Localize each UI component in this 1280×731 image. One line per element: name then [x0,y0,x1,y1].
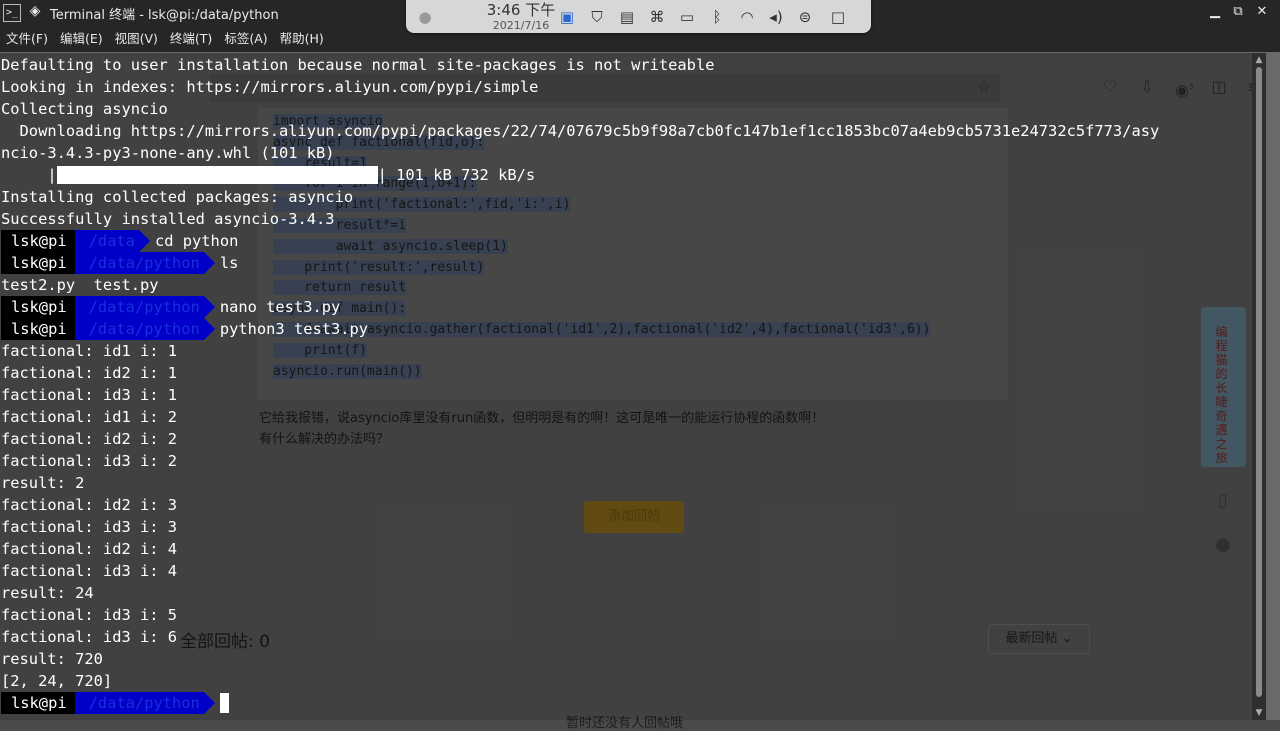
download-progress-line: | | 101 kB 732 kB/s [1,164,1159,186]
output-line: [2, 24, 720] [1,672,113,690]
bluetooth-icon[interactable]: ᛒ [708,8,726,26]
drive-icon[interactable]: ▭ [678,8,696,26]
toggle-icon[interactable]: ⊜ [796,8,814,26]
output-line: factional: id2 i: 4 [1,540,178,558]
output-line: factional: id2 i: 3 [1,496,178,514]
pin-icon[interactable]: ◈ [27,3,43,19]
prompt-line: lsk@pi/data/python [1,692,1159,714]
close-icon[interactable]: ✕ [1253,3,1271,21]
menu-file[interactable]: 文件(F) [0,25,54,52]
prompt-line: lsk@pi/data cd python [1,230,1159,252]
terminal-window: >_ ◈ Terminal 终端 - lsk@pi:/data/python ▁… [0,0,1280,720]
prompt-line: lsk@pi/data/python nano test3.py [1,296,1159,318]
maximize-icon[interactable]: ⧉ [1229,3,1247,21]
menu-edit[interactable]: 编辑(E) [54,25,109,52]
terminal-line: ncio-3.4.3-py3-none-any.whl (101 kB) [1,144,335,162]
prompt-user: lsk@pi [1,296,75,318]
volume-icon[interactable]: ◂) [767,8,785,26]
prompt-command: nano test3.py [219,298,341,316]
prompt-path: /data [74,230,151,252]
menu-terminal[interactable]: 终端(T) [164,25,218,52]
prompt-user: lsk@pi [1,230,75,252]
terminal-screen[interactable]: Defaulting to user installation because … [0,53,1252,720]
progress-suffix: | 101 kB 732 kB/s [377,166,536,184]
prompt-user: lsk@pi [1,692,75,714]
terminal-line: Successfully installed asyncio-3.4.3 [1,210,335,228]
minimize-icon[interactable]: ▁ [1206,3,1224,21]
terminal-app-icon: >_ [3,4,21,22]
output-line: factional: id1 i: 2 [1,408,178,426]
prompt-path: /data/python [74,296,216,318]
terminal-line: Downloading https://mirrors.aliyun.com/p… [1,122,1160,140]
prompt-command: ls [219,254,239,272]
output-line: factional: id1 i: 1 [1,342,178,360]
output-line: factional: id3 i: 5 [1,606,178,624]
prompt-path: /data/python [74,318,216,340]
window-title: Terminal 终端 - lsk@pi:/data/python [50,8,279,23]
output-line: factional: id3 i: 1 [1,386,178,404]
output-line: factional: id2 i: 2 [1,430,178,448]
wifi-icon[interactable]: ◠ [738,8,756,26]
prompt-command: python3 test3.py [219,320,369,338]
scrollbar-thumb[interactable] [1256,67,1262,697]
show-desktop-icon[interactable]: □ [829,8,847,26]
shield-icon[interactable]: ⛉ [588,8,606,26]
download-progress-bar [56,166,378,184]
output-line: result: 2 [1,474,85,492]
terminal-cursor [219,693,229,713]
output-line: factional: id3 i: 6 [1,628,178,646]
terminal-scrollbar[interactable]: ▲ ▼ [1252,53,1266,720]
prompt-line: lsk@pi/data/python python3 test3.py [1,318,1159,340]
menu-tabs[interactable]: 标签(A) [218,25,273,52]
prompt-command: cd python [154,232,239,250]
output-line: result: 720 [1,650,103,668]
output-line: result: 24 [1,584,94,602]
menu-view[interactable]: 视图(V) [109,25,164,52]
scroll-up-icon[interactable]: ▲ [1252,53,1266,67]
prompt-user: lsk@pi [1,318,75,340]
menu-help[interactable]: 帮助(H) [274,25,330,52]
command-icon[interactable]: ⌘ [648,8,666,26]
prompt-path: /data/python [74,692,216,714]
terminal-line: Installing collected packages: asyncio [1,188,354,206]
output-line: factional: id2 i: 1 [1,364,178,382]
prompt-path: /data/python [74,252,216,274]
terminal-line: test2.py test.py [1,276,159,294]
terminal-line: Defaulting to user installation because … [1,56,715,74]
prompt-line: lsk@pi/data/python ls [1,252,1159,274]
apple-icon[interactable]: ● [416,8,434,26]
input-method-icon[interactable]: ▣ [558,8,576,26]
terminal-line: Collecting asyncio [1,100,168,118]
terminal-line: Looking in indexes: https://mirrors.aliy… [1,78,539,96]
clipboard-icon[interactable]: ▤ [618,8,636,26]
prompt-user: lsk@pi [1,252,75,274]
scroll-down-icon[interactable]: ▼ [1252,706,1266,720]
output-line: factional: id3 i: 3 [1,518,178,536]
output-line: factional: id3 i: 2 [1,452,178,470]
progress-prefix: | [1,166,57,184]
system-tray: ● 3:46 下午 2021/7/16 ▣ ⛉ ▤ ⌘ ▭ ᛒ ◠ ◂) ⊜ □ [406,0,871,33]
output-line: factional: id3 i: 4 [1,562,178,580]
